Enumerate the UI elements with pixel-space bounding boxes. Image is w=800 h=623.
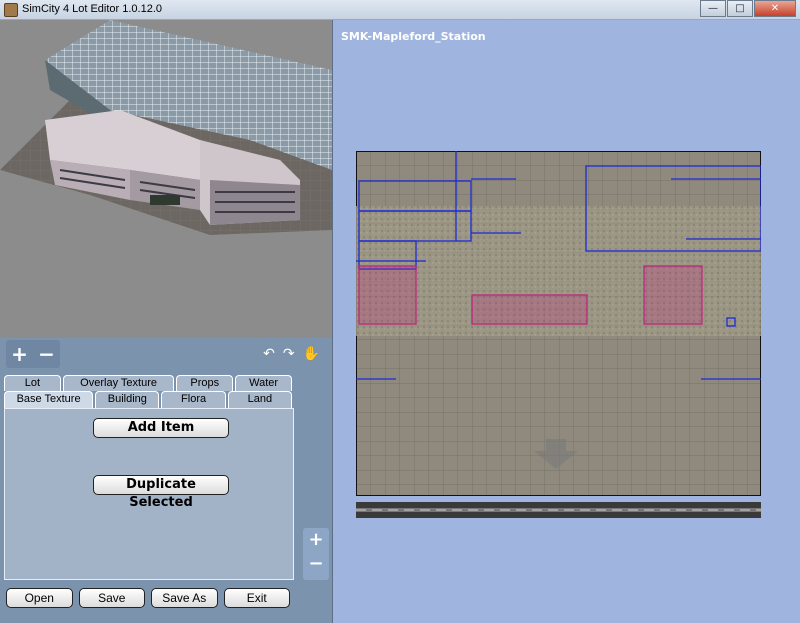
tab-overlay-texture[interactable]: Overlay Texture bbox=[62, 375, 175, 391]
editor-zoom-out-icon[interactable]: − bbox=[303, 552, 329, 576]
preview-zoom-controls: + − bbox=[6, 340, 60, 368]
editor-zoom-controls: + − bbox=[303, 528, 329, 580]
minimize-icon[interactable]: — bbox=[700, 0, 726, 17]
exit-button[interactable]: Exit bbox=[223, 588, 290, 608]
tab-props[interactable]: Props bbox=[176, 375, 234, 391]
tab-content-base-texture: Add Item Duplicate Selected bbox=[4, 408, 294, 580]
rotation-controls: ↶ ↷ ✋ bbox=[263, 346, 320, 362]
open-button[interactable]: Open bbox=[6, 588, 73, 608]
lot-editor-view[interactable]: SMK-Mapleford_Station bbox=[332, 20, 800, 623]
building-render bbox=[0, 20, 332, 338]
save-button[interactable]: Save bbox=[78, 588, 145, 608]
zoom-in-icon[interactable]: + bbox=[11, 342, 28, 366]
save-as-button[interactable]: Save As bbox=[151, 588, 218, 608]
window-controls: — □ ✕ bbox=[699, 0, 796, 17]
tab-flora[interactable]: Flora bbox=[161, 391, 226, 408]
building-preview[interactable] bbox=[0, 20, 332, 338]
window-title: SimCity 4 Lot Editor 1.0.12.0 bbox=[22, 3, 163, 15]
tab-land[interactable]: Land bbox=[227, 391, 292, 408]
rotate-right-icon[interactable]: ↷ bbox=[283, 346, 295, 362]
add-item-button[interactable]: Add Item bbox=[93, 418, 229, 438]
tab-row-1: Lot Overlay Texture Props Water bbox=[4, 375, 294, 391]
lot-name-label: SMK-Mapleford_Station bbox=[341, 30, 486, 43]
maximize-icon[interactable]: □ bbox=[727, 0, 753, 17]
road-strip bbox=[356, 502, 761, 518]
tools-panel: + − ↶ ↷ ✋ Lot Overlay Texture Props Wate… bbox=[0, 338, 332, 623]
editor-zoom-in-icon[interactable]: + bbox=[303, 528, 329, 552]
rotate-left-icon[interactable]: ↶ bbox=[263, 346, 275, 362]
title-bar: SimCity 4 Lot Editor 1.0.12.0 — □ ✕ bbox=[0, 0, 800, 20]
file-buttons: Open Save Save As Exit bbox=[6, 588, 290, 608]
close-icon[interactable]: ✕ bbox=[754, 0, 796, 17]
lot-grid-canvas[interactable] bbox=[356, 151, 761, 496]
hand-pan-icon[interactable]: ✋ bbox=[303, 346, 320, 362]
app-icon bbox=[4, 3, 18, 17]
tab-water[interactable]: Water bbox=[235, 375, 292, 391]
duplicate-selected-button[interactable]: Duplicate Selected bbox=[93, 475, 229, 510]
tab-building[interactable]: Building bbox=[95, 391, 160, 408]
tab-lot[interactable]: Lot bbox=[4, 375, 61, 391]
tab-base-texture[interactable]: Base Texture bbox=[4, 391, 94, 408]
zoom-out-icon[interactable]: − bbox=[38, 342, 55, 366]
tab-row-2: Base Texture Building Flora Land bbox=[4, 391, 294, 408]
